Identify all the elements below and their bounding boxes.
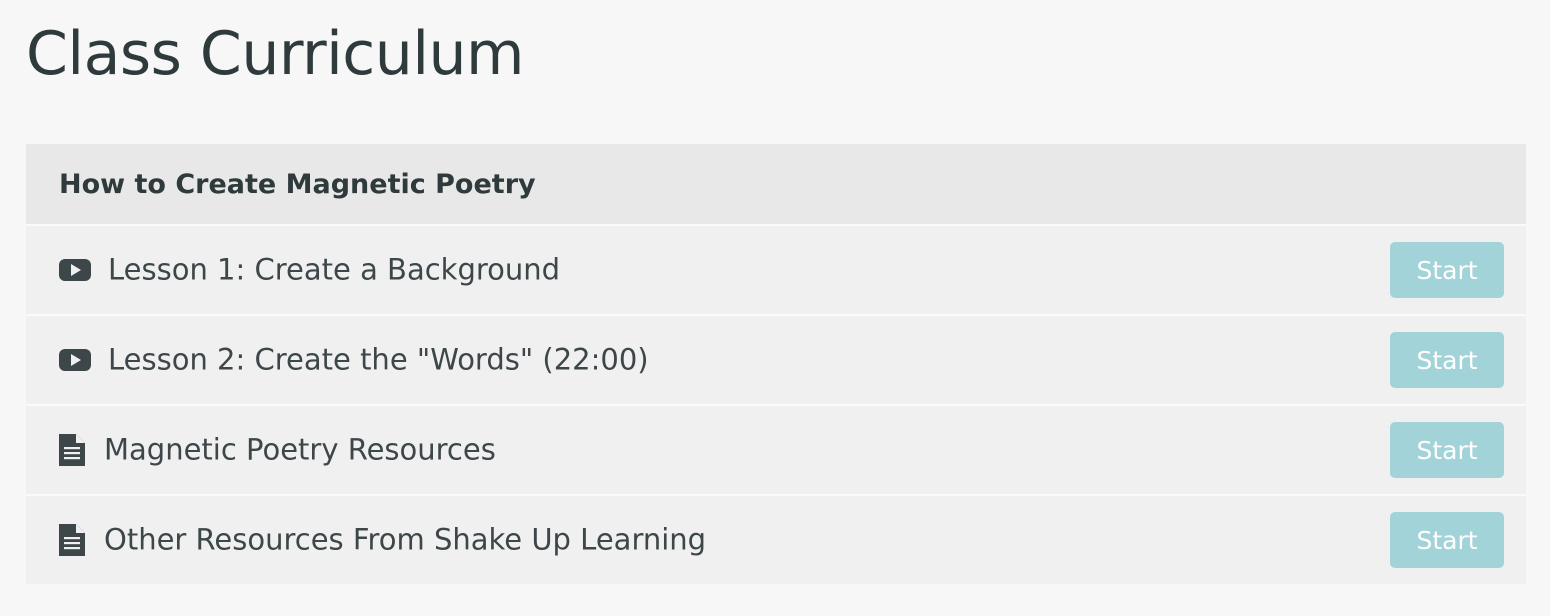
section-header: How to Create Magnetic Poetry [26,144,1526,226]
section-title: How to Create Magnetic Poetry [59,168,536,200]
lecture-title[interactable]: Other Resources From Shake Up Learning [104,522,706,556]
document-icon [59,434,85,466]
document-icon [59,524,85,556]
start-button[interactable]: Start [1390,512,1504,568]
lecture-title[interactable]: Lesson 2: Create the "Words" (22:00) [108,342,649,376]
lecture-item[interactable]: Lesson 2: Create the "Words" (22:00) Sta… [26,316,1526,406]
page-title: Class Curriculum [26,19,524,89]
lecture-title[interactable]: Magnetic Poetry Resources [104,432,496,466]
start-button[interactable]: Start [1390,242,1504,298]
video-play-icon [59,349,91,371]
start-button[interactable]: Start [1390,332,1504,388]
curriculum-section: How to Create Magnetic Poetry Lesson 1: … [26,144,1526,584]
lecture-item[interactable]: Lesson 1: Create a Background Start [26,226,1526,316]
lecture-title[interactable]: Lesson 1: Create a Background [108,252,560,286]
lecture-item[interactable]: Magnetic Poetry Resources Start [26,406,1526,496]
video-play-icon [59,259,91,281]
start-button[interactable]: Start [1390,422,1504,478]
lecture-item[interactable]: Other Resources From Shake Up Learning S… [26,496,1526,584]
